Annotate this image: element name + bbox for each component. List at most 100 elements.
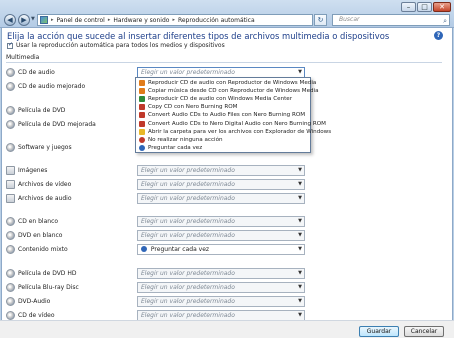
media-row: Película de DVD HD Elegir un valor prede…	[6, 268, 316, 280]
media-row: DVD en blanco Elegir un valor predetermi…	[6, 230, 316, 242]
chevron-right-icon: ▸	[107, 17, 111, 23]
dropdown-option[interactable]: Preguntar cada vez	[136, 144, 310, 152]
dropdown-option[interactable]: Abrir la carpeta para ver los archivos c…	[136, 128, 331, 136]
chevron-down-icon[interactable]: ▼	[298, 194, 302, 203]
chevron-right-icon: ▸	[51, 17, 54, 23]
video-files-icon	[6, 180, 15, 189]
chevron-down-icon[interactable]: ▼	[298, 180, 302, 189]
action-select[interactable]: Elegir un valor predeterminado ▼	[137, 230, 305, 241]
nero-icon	[139, 104, 145, 111]
dropdown-option[interactable]: No realizar ninguna acción	[136, 136, 310, 144]
maximize-button[interactable]: □	[417, 2, 432, 12]
dropdown-option[interactable]: Convert Audio CDs to Audio Files con Ner…	[136, 111, 310, 119]
action-select[interactable]: Preguntar cada vez ▼	[137, 244, 305, 255]
checkbox-box[interactable]	[7, 41, 13, 49]
cd-audio-icon	[6, 68, 15, 77]
breadcrumb-hardware-sound[interactable]: Hardware y sonido	[113, 17, 169, 24]
option-label: Preguntar cada vez	[148, 144, 203, 151]
media-label: CD de audio	[18, 69, 55, 76]
media-row: Imágenes Elegir un valor predeterminado …	[6, 165, 316, 177]
enhanced-cd-icon	[6, 82, 15, 91]
back-button[interactable]: ◀	[4, 14, 16, 26]
action-select-value: Elegir un valor predeterminado	[141, 232, 235, 239]
media-row: DVD-Audio Elegir un valor predeterminado…	[6, 296, 316, 308]
action-select[interactable]: Elegir un valor predeterminado ▼	[137, 268, 305, 279]
forward-button[interactable]: ▶	[18, 14, 30, 26]
action-select[interactable]: Elegir un valor predeterminado ▼	[137, 179, 305, 190]
option-label: Copiar música desde CD con Reproductor d…	[148, 88, 319, 95]
chevron-down-icon[interactable]: ▼	[298, 245, 302, 254]
action-select[interactable]: Elegir un valor predeterminado ▼	[137, 216, 305, 227]
action-select-value: Elegir un valor predeterminado	[141, 167, 235, 174]
refresh-button[interactable]: ↻	[314, 14, 327, 26]
recent-pages-dropdown-icon[interactable]: ▼	[31, 16, 35, 22]
cancel-button[interactable]: Cancelar	[404, 326, 444, 337]
blu-ray-icon	[6, 283, 15, 292]
action-select-value: Elegir un valor predeterminado	[141, 312, 235, 319]
action-select-value: Elegir un valor predeterminado	[141, 69, 235, 76]
option-label: No realizar ninguna acción	[148, 136, 223, 143]
dropdown-option[interactable]: Reproducir CD de audio con Windows Media…	[136, 95, 310, 103]
video-cd-icon	[6, 311, 15, 320]
search-input[interactable]: Buscar ⌕	[332, 14, 450, 26]
action-select-value: Elegir un valor predeterminado	[141, 270, 235, 277]
media-label: DVD en blanco	[18, 232, 63, 239]
section-divider	[6, 62, 442, 63]
chevron-down-icon[interactable]: ▼	[298, 283, 302, 292]
action-dropdown-list: Reproducir CD de audio con Reproductor d…	[135, 77, 331, 153]
media-label: Archivos de audio	[18, 195, 72, 202]
media-row: CD en blanco Elegir un valor predetermin…	[6, 216, 316, 228]
media-label: CD en blanco	[18, 218, 59, 225]
folder-icon	[139, 128, 145, 135]
dropdown-option[interactable]: Copy CD con Nero Burning ROM	[136, 103, 310, 111]
media-label: Software y juegos	[18, 144, 72, 151]
search-icon[interactable]: ⌕	[443, 16, 447, 26]
breadcrumb-control-panel[interactable]: Panel de control	[57, 17, 105, 24]
minimize-button[interactable]: –	[401, 2, 416, 12]
chevron-down-icon[interactable]: ▼	[298, 297, 302, 306]
action-select[interactable]: Elegir un valor predeterminado ▼	[137, 165, 305, 176]
media-label: CD de vídeo	[18, 312, 55, 319]
action-select[interactable]: Elegir un valor predeterminado ▼	[137, 282, 305, 293]
mixed-content-icon	[6, 245, 15, 254]
page-title: Elija la acción que sucede al insertar d…	[7, 31, 390, 41]
no-action-icon	[139, 136, 145, 143]
use-autoplay-checkbox[interactable]: Usar la reproducción automática para tod…	[7, 41, 225, 49]
action-select-value: Elegir un valor predeterminado	[141, 298, 235, 305]
media-row: Contenido mixto Preguntar cada vez ▼	[6, 244, 316, 256]
save-button[interactable]: Guardar	[359, 326, 399, 337]
chevron-down-icon[interactable]: ▼	[298, 217, 302, 226]
action-select[interactable]: Elegir un valor predeterminado ▼	[137, 296, 305, 307]
blank-cd-icon	[6, 217, 15, 226]
chevron-down-icon[interactable]: ▼	[298, 68, 302, 77]
media-label: Contenido mixto	[18, 246, 68, 253]
media-label: Imágenes	[18, 167, 48, 174]
action-select[interactable]: Elegir un valor predeterminado ▼	[137, 193, 305, 204]
chevron-down-icon[interactable]: ▼	[298, 166, 302, 175]
chevron-down-icon[interactable]: ▼	[298, 269, 302, 278]
dropdown-option[interactable]: Copiar música desde CD con Reproductor d…	[136, 87, 319, 95]
search-placeholder: Buscar	[339, 16, 360, 23]
footer-bar: Guardar Cancelar	[0, 320, 454, 338]
dropdown-option[interactable]: Convert Audio CDs to Nero Digital Audio …	[136, 119, 326, 127]
media-label: Película de DVD mejorada	[18, 121, 96, 128]
action-select-value: Elegir un valor predeterminado	[141, 195, 235, 202]
enhanced-dvd-icon	[6, 120, 15, 129]
media-label: Película de DVD	[18, 107, 66, 114]
address-bar[interactable]: ▸ Panel de control ▸ Hardware y sonido ▸…	[37, 14, 313, 26]
breadcrumb-autoplay[interactable]: Reproducción automática	[178, 17, 255, 24]
close-button[interactable]: ✕	[433, 2, 451, 12]
action-select-value: Elegir un valor predeterminado	[141, 218, 235, 225]
chevron-down-icon[interactable]: ▼	[298, 311, 302, 320]
action-select[interactable]: Elegir un valor predeterminado ▼	[137, 310, 305, 320]
control-panel-icon	[40, 16, 48, 24]
help-icon[interactable]: ?	[434, 31, 443, 40]
pictures-icon	[6, 166, 15, 175]
blank-dvd-icon	[6, 231, 15, 240]
chevron-down-icon[interactable]: ▼	[298, 231, 302, 240]
section-title-multimedia: Multimedia	[6, 54, 40, 61]
action-select-value: Elegir un valor predeterminado	[141, 284, 235, 291]
dropdown-option[interactable]: Reproducir CD de audio con Reproductor d…	[136, 79, 316, 87]
media-center-icon	[139, 96, 145, 103]
option-label: Copy CD con Nero Burning ROM	[148, 104, 238, 111]
